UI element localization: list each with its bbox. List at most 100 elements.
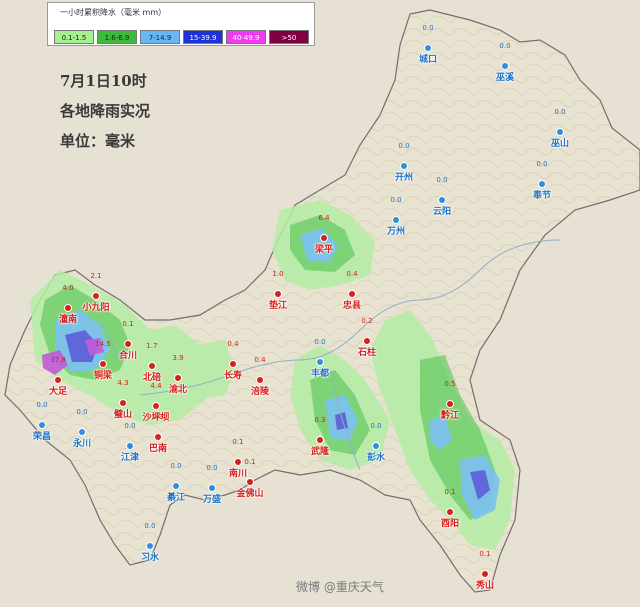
station-value: 0.0	[370, 422, 382, 430]
station-value: 0.0	[499, 42, 511, 50]
station-name: 万州	[386, 227, 405, 237]
station-dot-icon	[173, 483, 179, 489]
station-dot-icon	[247, 479, 253, 485]
station-value: 0.3	[152, 413, 164, 421]
station-name: 酉阳	[440, 519, 459, 529]
weibo-watermark: 微博 @重庆天气	[296, 580, 384, 594]
station-name: 潼南	[58, 315, 77, 325]
station-dot-icon	[127, 443, 133, 449]
station-dot-icon	[230, 361, 236, 367]
station-name: 秀山	[475, 581, 494, 591]
station-value: 4.3	[117, 379, 129, 387]
station-name: 巴南	[148, 444, 167, 454]
station-value: 1.7	[146, 342, 158, 350]
station-value: 0.0	[554, 108, 566, 116]
station-value: 0.4	[254, 356, 266, 364]
station-name: 忠县	[342, 301, 361, 311]
station-dot-icon	[317, 359, 323, 365]
station-dot-icon	[317, 437, 323, 443]
rainfall-map: 一小时累积降水（毫米 mm） 0.1-1.5 1.6-6.9 7-14.9 15-39…	[0, 0, 640, 607]
station-value: 37.8	[50, 356, 66, 364]
station-dot-icon	[401, 163, 407, 169]
station-dot-icon	[209, 485, 215, 491]
station-dot-icon	[364, 338, 370, 344]
station-dot-icon	[65, 305, 71, 311]
station-name: 巫山	[550, 139, 569, 149]
station-dot-icon	[447, 401, 453, 407]
station-dot-icon	[39, 422, 45, 428]
station-value: 0.1	[444, 488, 456, 496]
station-dot-icon	[439, 197, 445, 203]
station-dot-icon	[321, 235, 327, 241]
station-dot-icon	[257, 377, 263, 383]
station-value: 4.0	[62, 284, 74, 292]
station-name: 武隆	[310, 447, 329, 457]
legend-swatch: 0.1-1.5	[54, 30, 94, 44]
station-value: 4.4	[150, 382, 162, 390]
station-value: 0.1	[479, 550, 491, 558]
station-value: 0.3	[314, 416, 326, 424]
station-name: 南川	[228, 469, 247, 479]
station-value: 0.0	[170, 462, 182, 470]
station-value: 0.0	[314, 338, 326, 346]
station-dot-icon	[125, 341, 131, 347]
legend-swatch: 15-39.9	[183, 30, 223, 44]
station-name: 小九阳	[82, 303, 110, 313]
station-value: 0.0	[422, 24, 434, 32]
station-value: 14.5	[95, 340, 111, 348]
legend-title: 一小时累积降水（毫米 mm）	[60, 8, 167, 17]
station-value: 3.9	[172, 354, 184, 362]
station-dot-icon	[155, 434, 161, 440]
station-name: 习水	[140, 553, 159, 563]
station-value: 1.0	[272, 270, 284, 278]
station-name: 涪陵	[250, 387, 269, 397]
station-dot-icon	[539, 181, 545, 187]
station-value: 2.1	[90, 272, 102, 280]
station-name: 长寿	[223, 371, 242, 381]
station-value: 0.0	[76, 408, 88, 416]
legend-swatch: 7-14.9	[140, 30, 180, 44]
legend-swatch: 1.6-6.9	[97, 30, 137, 44]
station-name: 云阳	[432, 207, 451, 217]
map-title-subject: 各地降雨实况	[60, 102, 151, 120]
station-name: 黔江	[440, 411, 459, 421]
station-value: 0.0	[36, 401, 48, 409]
station-dot-icon	[55, 377, 61, 383]
station-value: 6.4	[318, 214, 330, 222]
station-value: 0.4	[227, 340, 239, 348]
station-dot-icon	[447, 509, 453, 515]
legend-swatch: 40-49.9	[226, 30, 266, 44]
station-name: 大足	[48, 387, 67, 397]
station-value: 0.0	[436, 176, 448, 184]
station-name: 丰都	[310, 369, 329, 379]
station-value: 0.4	[346, 270, 358, 278]
station-dot-icon	[393, 217, 399, 223]
station-value: 0.0	[124, 422, 136, 430]
precipitation-legend: 一小时累积降水（毫米 mm） 0.1-1.5 1.6-6.9 7-14.9 15-39…	[47, 2, 315, 46]
station-name: 梁平	[314, 245, 333, 255]
station-dot-icon	[153, 403, 159, 409]
map-title-time: 7月1日10时	[60, 72, 147, 90]
station-value: 0.0	[144, 522, 156, 530]
station-dot-icon	[79, 429, 85, 435]
station-value: 0.1	[122, 320, 134, 328]
station-dot-icon	[147, 543, 153, 549]
station-dot-icon	[349, 291, 355, 297]
station-dot-icon	[120, 400, 126, 406]
station-value: 0.2	[361, 317, 373, 325]
station-name: 彭水	[366, 453, 385, 463]
station-dot-icon	[100, 361, 106, 367]
legend-swatches: 0.1-1.5 1.6-6.9 7-14.9 15-39.9 40-49.9 >50	[54, 30, 312, 44]
station-dot-icon	[373, 443, 379, 449]
station-name: 城口	[418, 55, 437, 65]
station-name: 奉节	[532, 191, 551, 201]
map-title-unit: 单位：毫米	[60, 132, 136, 150]
station-value: 0.0	[390, 196, 402, 204]
station-name: 金佛山	[236, 489, 264, 499]
station-value: 0.1	[244, 458, 256, 466]
station-dot-icon	[93, 293, 99, 299]
station-value: 0.1	[232, 438, 244, 446]
station-dot-icon	[557, 129, 563, 135]
station-dot-icon	[275, 291, 281, 297]
legend-swatch: >50	[269, 30, 309, 44]
